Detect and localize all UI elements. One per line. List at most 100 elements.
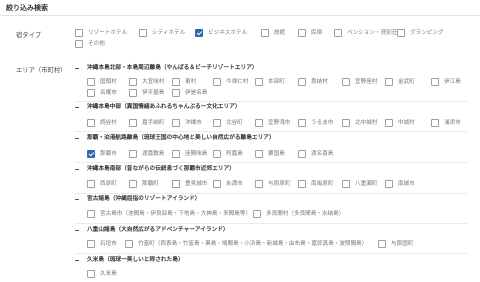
area-option-1-1-checkbox[interactable] — [87, 89, 95, 97]
lodging-option-3-label[interactable]: ビジネスホテル — [208, 29, 247, 37]
area-option-3-2-label[interactable]: 渡嘉敷島 — [142, 150, 164, 158]
area-option-4-8-checkbox[interactable] — [385, 180, 393, 188]
lodging-option-6-checkbox[interactable] — [334, 29, 342, 37]
lodging-option-2-checkbox[interactable] — [139, 29, 147, 37]
area-option-3-5-checkbox[interactable] — [255, 150, 263, 158]
lodging-option-8-checkbox[interactable] — [75, 40, 83, 48]
area-option-4-8-label[interactable]: 南城市 — [398, 180, 415, 188]
lodging-option-5-label[interactable]: 民宿 — [311, 29, 322, 37]
area-option-4-4-checkbox[interactable] — [213, 180, 221, 188]
lodging-option-5-checkbox[interactable] — [298, 29, 306, 37]
area-option-1-8-checkbox[interactable] — [385, 78, 393, 86]
area-option-2-4-label[interactable]: 北谷町 — [226, 119, 243, 127]
area-option-2-5-label[interactable]: 宜野湾市 — [268, 119, 290, 127]
area-option-2-5-checkbox[interactable] — [255, 119, 263, 127]
area-option-1-5-checkbox[interactable] — [255, 78, 263, 86]
area-option-3-3-checkbox[interactable] — [172, 150, 180, 158]
area-option-7-1-checkbox[interactable] — [87, 270, 95, 278]
area-option-1-3-label[interactable]: 伊是名島 — [185, 89, 207, 97]
area-option-1-6-label[interactable]: 恩納村 — [311, 78, 328, 86]
lodging-option-7-label[interactable]: グランピング — [410, 29, 444, 37]
area-option-2-7-checkbox[interactable] — [342, 119, 350, 127]
area-option-2-9-checkbox[interactable] — [431, 119, 439, 127]
area-option-4-1-checkbox[interactable] — [87, 180, 95, 188]
area-option-1-1-checkbox[interactable] — [87, 78, 95, 86]
area-option-1-3-checkbox[interactable] — [172, 89, 180, 97]
area-option-3-1-checkbox[interactable] — [87, 150, 95, 158]
lodging-option-4-checkbox[interactable] — [261, 29, 269, 37]
area-option-4-3-label[interactable]: 豊見城市 — [185, 180, 207, 188]
area-option-2-4-checkbox[interactable] — [213, 119, 221, 127]
area-option-4-6-checkbox[interactable] — [298, 180, 306, 188]
lodging-option-2-label[interactable]: シティホテル — [152, 29, 185, 37]
lodging-option-3-checkbox[interactable] — [195, 29, 203, 37]
area-option-2-6-label[interactable]: うるま市 — [311, 119, 333, 127]
area-option-2-2-checkbox[interactable] — [129, 119, 137, 127]
area-option-1-2-checkbox[interactable] — [129, 89, 137, 97]
lodging-option-1-checkbox[interactable] — [75, 29, 83, 37]
area-option-4-6-label[interactable]: 南風原町 — [311, 180, 333, 188]
area-option-6-1-label[interactable]: 石垣市 — [100, 240, 117, 248]
area-option-3-4-label[interactable]: 阿嘉島 — [226, 150, 243, 158]
area-option-2-3-label[interactable]: 沖縄市 — [185, 119, 202, 127]
area-option-1-2-label[interactable]: 伊平屋島 — [142, 89, 164, 97]
area-option-6-2-checkbox[interactable] — [125, 240, 133, 248]
area-option-2-8-label[interactable]: 中城村 — [398, 119, 415, 127]
area-option-2-8-checkbox[interactable] — [385, 119, 393, 127]
area-group-title: 宮古諸島（沖縄屈指のリゾートアイランド） — [87, 196, 201, 202]
area-option-1-2-checkbox[interactable] — [129, 78, 137, 86]
area-option-2-7-label[interactable]: 北中城村 — [355, 119, 377, 127]
area-option-4-5-label[interactable]: 与那原町 — [268, 180, 290, 188]
area-option-1-7-label[interactable]: 宜野座村 — [355, 78, 377, 86]
area-option-3-5-label[interactable]: 粟国島 — [268, 150, 285, 158]
area-option-5-1-checkbox[interactable] — [87, 210, 95, 218]
area-option-4-7-checkbox[interactable] — [342, 180, 350, 188]
area-option-1-1-label[interactable]: 国頭村 — [100, 78, 117, 86]
area-group-title: 八重山諸島（大自然広がるアドベンチャーアイランド） — [87, 227, 229, 233]
area-option-4-5-checkbox[interactable] — [255, 180, 263, 188]
area-option-6-3-checkbox[interactable] — [378, 240, 386, 248]
area-option-7-1-label[interactable]: 久米島 — [100, 270, 117, 278]
lodging-option-4-label[interactable]: 旅館 — [274, 29, 285, 37]
area-option-3-6-label[interactable]: 渡名喜島 — [311, 150, 333, 158]
area-option-4-3-checkbox[interactable] — [172, 180, 180, 188]
area-option-1-9-label[interactable]: 伊江島 — [444, 78, 461, 86]
area-option-4-2-label[interactable]: 那覇町 — [142, 180, 159, 188]
area-option-2-3-checkbox[interactable] — [172, 119, 180, 127]
area-option-2-2-label[interactable]: 嘉手納町 — [142, 119, 164, 127]
area-option-1-7-checkbox[interactable] — [342, 78, 350, 86]
area-option-6-2-label[interactable]: 竹富町（西表島・竹富島・黒島・鳩間島・小浜島・新城島・由布島・嘉弥真島・波照間島… — [138, 240, 367, 248]
area-option-5-1-label[interactable]: 宮古島市（池間島・伊良部島・下地島・大神島・来間島等） — [100, 210, 251, 218]
area-option-4-7-label[interactable]: 八重瀬町 — [355, 180, 377, 188]
area-option-1-5-label[interactable]: 本部町 — [268, 78, 285, 86]
area-option-2-1-label[interactable]: 読谷村 — [100, 119, 117, 127]
area-option-6-1-checkbox[interactable] — [87, 240, 95, 248]
lodging-option-7-checkbox[interactable] — [397, 29, 405, 37]
area-option-4-4-label[interactable]: 糸満市 — [226, 180, 243, 188]
area-option-2-1-checkbox[interactable] — [87, 119, 95, 127]
area-option-3-2-checkbox[interactable] — [129, 150, 137, 158]
area-option-4-1-label[interactable]: 西原町 — [100, 180, 117, 188]
lodging-option-8-label[interactable]: その他 — [88, 40, 105, 48]
area-option-1-1-label[interactable]: 名護市 — [100, 89, 117, 97]
area-option-5-2-checkbox[interactable] — [253, 210, 261, 218]
area-option-5-2-label[interactable]: 多良間村（多良間島・水納島） — [266, 210, 344, 218]
area-option-1-8-label[interactable]: 金武町 — [398, 78, 415, 86]
area-option-1-9-checkbox[interactable] — [431, 78, 439, 86]
lodging-option-6-label[interactable]: ペンション・貸別荘 — [347, 29, 397, 37]
area-option-3-1-label[interactable]: 那覇市 — [100, 150, 117, 158]
area-option-1-3-label[interactable]: 東村 — [185, 78, 196, 86]
area-option-1-3-checkbox[interactable] — [172, 78, 180, 86]
lodging-option-1-label[interactable]: リゾートホテル — [88, 29, 127, 37]
area-option-6-3-label[interactable]: 与那国町 — [391, 240, 413, 248]
area-option-1-2-label[interactable]: 大宜味村 — [142, 78, 164, 86]
area-option-3-3-label[interactable]: 座間味島 — [185, 150, 207, 158]
area-option-2-6-checkbox[interactable] — [298, 119, 306, 127]
area-option-1-4-checkbox[interactable] — [213, 78, 221, 86]
area-option-2-9-label[interactable]: 浦添市 — [444, 119, 461, 127]
area-option-3-6-checkbox[interactable] — [298, 150, 306, 158]
area-option-4-2-checkbox[interactable] — [129, 180, 137, 188]
area-option-3-4-checkbox[interactable] — [213, 150, 221, 158]
area-option-1-6-checkbox[interactable] — [298, 78, 306, 86]
area-option-1-4-label[interactable]: 今帰仁村 — [226, 78, 248, 86]
